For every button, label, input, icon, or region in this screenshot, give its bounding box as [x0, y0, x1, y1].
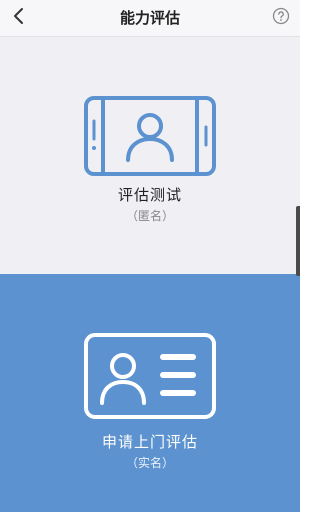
assessment-test-option[interactable]: 评估测试 （匿名）: [0, 37, 300, 274]
id-card-icon: [0, 332, 300, 420]
assessment-test-subtitle: （匿名）: [125, 209, 174, 223]
nav-bar: 能力评估: [0, 0, 300, 37]
scroll-handle[interactable]: [296, 206, 300, 276]
phone-user-icon: [0, 95, 300, 177]
assessment-test-title: 评估测试: [117, 186, 182, 204]
page-title: 能力评估: [119, 9, 180, 27]
home-assessment-subtitle: （实名）: [125, 456, 174, 470]
home-assessment-title: 申请上门评估: [101, 433, 198, 451]
page: 能力评估 评估测试 （匿名） 申请上门评估 （实名）: [0, 0, 300, 512]
home-assessment-option[interactable]: 申请上门评估 （实名）: [0, 274, 300, 512]
help-button[interactable]: [270, 7, 292, 29]
help-circle-icon: [272, 7, 290, 29]
